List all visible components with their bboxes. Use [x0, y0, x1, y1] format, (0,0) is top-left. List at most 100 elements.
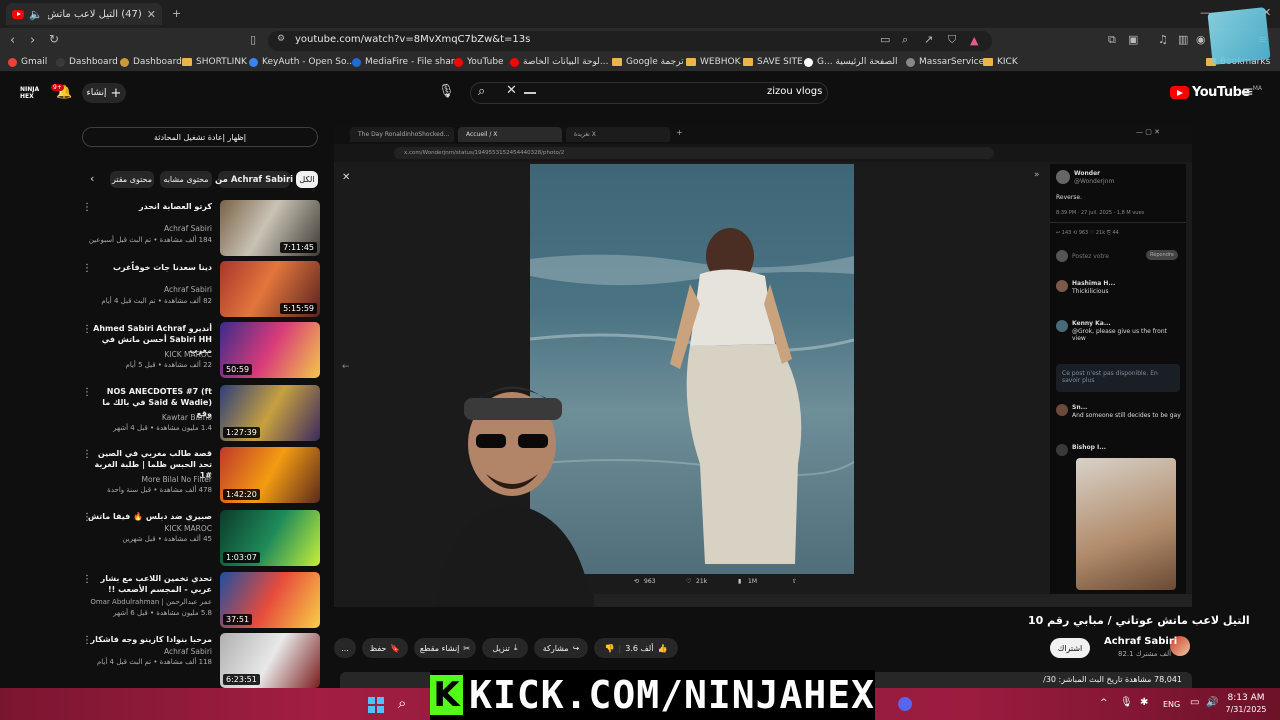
bookmark-massarservice[interactable]: MassarService — [906, 57, 984, 67]
back-icon[interactable]: ‹ — [10, 34, 15, 47]
like-dislike-button[interactable]: 👎 | 3.6 ألف 👍 — [594, 638, 678, 658]
bookmark-gmail[interactable]: Gmail — [8, 57, 47, 67]
retweet-icon: ⟲ — [634, 578, 640, 585]
video-thumbnail[interactable]: 37:51 — [220, 572, 320, 628]
video-player[interactable]: The Day RonaldinhoShocked... Accueil / X… — [334, 124, 1192, 607]
bookmark-page-icon[interactable]: ▯ — [250, 34, 256, 45]
x-stats-icon: ↩ 143 ⟲ 963 ♡ 21k ⎘ 44 — [1056, 230, 1119, 236]
taskbar-search-icon[interactable]: ⌕ — [398, 694, 406, 712]
tab-close-icon[interactable]: ✕ — [147, 9, 156, 20]
list-item[interactable]: ⋮ مرحبا بنوادا كازينو وجه فاشكار Achraf … — [82, 633, 320, 688]
folder-icon — [612, 58, 622, 66]
clear-search-icon[interactable]: ✕ — [506, 84, 517, 97]
video-thumbnail[interactable]: 1:42:20 — [220, 447, 320, 503]
sidebar-toggle-icon[interactable]: ▥ — [1178, 34, 1188, 45]
create-button[interactable]: إنشاء + — [82, 83, 126, 103]
globe-icon — [906, 57, 915, 67]
bookmark-mediafire[interactable]: MediaFire - File shar... — [352, 57, 462, 67]
more-actions-button[interactable]: ... — [334, 638, 356, 658]
share-button[interactable]: مشاركة ↪ — [534, 638, 588, 658]
microphone-tray-icon[interactable]: 🎙 — [1120, 697, 1133, 708]
chip-scroll-left-icon[interactable]: ‹ — [90, 173, 94, 184]
dislike-icon[interactable]: 👎 — [605, 644, 615, 653]
like-icon[interactable]: 👍 — [657, 644, 667, 653]
bookmark-save-site[interactable]: SAVE SITE — [743, 57, 803, 67]
site-info-icon[interactable]: ⚙ — [277, 35, 285, 44]
folder-icon — [182, 58, 192, 66]
reload-icon[interactable]: ↻ — [49, 33, 59, 45]
bookmark-shortlink[interactable]: SHORTLINK — [182, 57, 247, 67]
browser-tab-active[interactable]: 🔈 (47) التيل لاعب ماتش عوتاني ✕ — [6, 3, 162, 25]
video-thumbnail[interactable]: 6:23:51 — [220, 633, 320, 688]
input-language[interactable]: ENG — [1163, 700, 1180, 709]
bookmark-kick[interactable]: KICK — [983, 57, 1018, 67]
audio-playing-icon[interactable]: 🔈 — [29, 9, 43, 20]
list-item[interactable]: ⋮ صبيري ضد دبلس 🔥 فيفا ماتش KICK MAROC 4… — [82, 510, 320, 566]
google-icon — [804, 57, 813, 67]
like-icon: ♡ — [686, 578, 692, 585]
media-control-icon[interactable]: ♫ — [1158, 34, 1168, 45]
video-thumbnail[interactable]: 1:03:07 — [220, 510, 320, 566]
video-thumbnail[interactable]: 1:27:39 — [220, 385, 320, 441]
discord-icon[interactable] — [898, 697, 912, 711]
forward-icon[interactable]: › — [30, 34, 35, 47]
microphone-icon[interactable]: 🎙 — [438, 85, 455, 98]
profile-icon[interactable]: ◉ — [1196, 34, 1206, 45]
stream-browser-tabs: The Day RonaldinhoShocked... Accueil / X… — [334, 124, 1192, 144]
list-item[interactable]: ⋮ أنديرو Ahmed Sabiri Achraf Sabiri HH أ… — [82, 322, 320, 378]
bluetooth-icon[interactable]: ✱ — [1140, 697, 1148, 708]
list-item[interactable]: ⋮ تحدي تخمين اللاعب مع بشار عربي - المجس… — [82, 572, 320, 628]
clip-button[interactable]: إنشاء مقطع ✂ — [414, 638, 476, 658]
page-icon — [120, 57, 129, 67]
chip-from-channel[interactable]: من Achraf Sabiri — [215, 171, 293, 188]
kick-logo-icon: K — [430, 675, 464, 715]
keyboard-icon[interactable] — [524, 92, 536, 94]
download-button[interactable]: تنزيل ⤓ — [482, 638, 528, 658]
bookmark-youtube[interactable]: YouTube — [454, 57, 504, 67]
list-item[interactable]: ⋮ دينا سعدنا جات خوفاًغرب Achraf Sabiri … — [82, 261, 320, 317]
video-thumbnail[interactable]: 5:15:59 — [220, 261, 320, 317]
bookmark-webhok[interactable]: WEBHOK — [686, 57, 741, 67]
channel-name[interactable]: Achraf Sabiri — [1104, 636, 1177, 647]
kick-url-text: KICK.COM/NINJAHEX — [469, 673, 875, 717]
list-item[interactable]: ⋮ قصة طالب مغربي في الصين تحد الحبس ظلما… — [82, 447, 320, 503]
clock-date[interactable]: 7/31/2025 — [1224, 705, 1268, 714]
save-button[interactable]: حفظ 🔖 — [362, 638, 408, 658]
divider — [1050, 222, 1186, 223]
show-chat-replay-button[interactable]: إظهار إعادة تشغيل المحادثة — [82, 127, 318, 147]
reading-list-icon[interactable]: ▣ — [1128, 34, 1138, 45]
clock-time[interactable]: 8:13 AM — [1224, 693, 1268, 703]
network-icon[interactable]: ▭ — [1190, 697, 1199, 708]
video-thumbnail[interactable]: 7:11:45 — [220, 200, 320, 256]
chip-recommended[interactable]: محتوى مقتر — [110, 171, 154, 188]
chip-all[interactable]: الكل — [296, 171, 318, 188]
zoom-icon[interactable]: ⌕ — [902, 34, 908, 45]
windows-start-icon[interactable] — [368, 697, 384, 713]
volume-icon[interactable]: 🔊 — [1206, 697, 1218, 708]
list-item[interactable]: ⋮ كرتو العصابة انحدر Achraf Sabiri 184 أ… — [82, 200, 320, 256]
views-icon: ▮ — [738, 578, 742, 585]
bookmark-google-translate[interactable]: Google ترجمة — [612, 57, 684, 67]
channel-avatar-icon[interactable]: NINJA HEX — [20, 86, 39, 100]
chip-related[interactable]: محتوى مشابه — [160, 171, 212, 188]
bookmark-dashboard-ar[interactable]: لوحة البيانات الخاصة... — [510, 57, 609, 67]
share-icon[interactable]: ↗ — [924, 34, 933, 45]
video-thumbnail[interactable]: 50:59 — [220, 322, 320, 378]
extensions-icon[interactable]: ⧉ — [1108, 34, 1116, 45]
shield-icon[interactable]: ⛉ — [948, 34, 956, 45]
youtube-icon — [454, 57, 463, 67]
bookmark-home[interactable]: G... الصفحة الرئيسية — [804, 57, 898, 67]
tray-overflow-icon[interactable]: ^ — [1100, 698, 1108, 708]
new-tab-icon[interactable]: + — [172, 8, 181, 19]
notification-count-badge: 9+ — [51, 84, 64, 91]
list-item[interactable]: ⋮ NOS ANECDOTES #7 (ft Said & Wadie) في … — [82, 385, 320, 441]
cast-icon[interactable]: ▭ — [880, 34, 890, 45]
hamburger-menu-icon[interactable]: ≡ — [1242, 85, 1254, 99]
rewards-icon[interactable]: ▲ — [970, 34, 978, 47]
search-query: zizou vlogs — [767, 86, 823, 97]
bookmark-keyauth[interactable]: KeyAuth - Open So... — [249, 57, 355, 67]
bookmark-dashboard-1[interactable]: Dashboard — [56, 57, 118, 67]
search-icon[interactable]: ⌕ — [478, 85, 485, 98]
subscribe-button[interactable]: اشتراك — [1050, 638, 1090, 658]
bookmark-dashboard-2[interactable]: Dashboard — [120, 57, 182, 67]
